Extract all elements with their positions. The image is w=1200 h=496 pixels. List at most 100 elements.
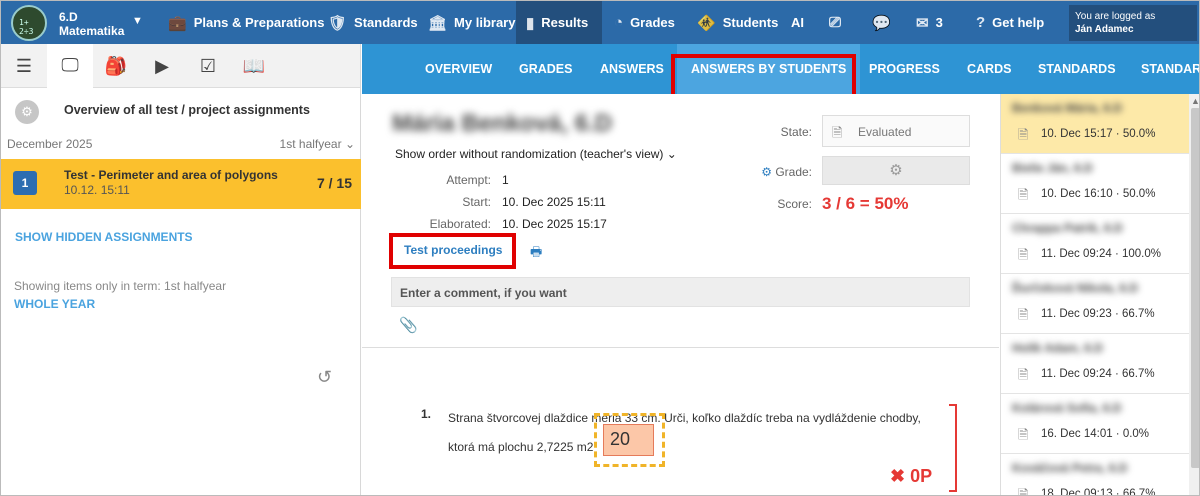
student-item-name: Benková Mária, 6.D — [1012, 101, 1123, 115]
document-icon: 🗎 — [1018, 427, 1029, 442]
document-check-icon: 🗎 — [832, 125, 843, 140]
points-value: 0P — [910, 466, 933, 486]
answer-field[interactable]: 20 — [603, 424, 654, 456]
student-item[interactable]: Kováčová Petra, 6.D 🗎 18. Dec 09:13 · 66… — [1001, 454, 1189, 496]
state-field[interactable]: 🗎 Evaluated — [822, 115, 970, 147]
month-label: December 2025 — [7, 137, 93, 151]
student-item[interactable]: Chrappa Patrik, 6.D 🗎 11. Dec 09:24 · 10… — [1001, 214, 1189, 274]
nav-standards[interactable]: 🛡 Standards — [328, 1, 418, 44]
document-icon: 🗎 — [1018, 127, 1029, 142]
nav-grades[interactable]: ◔ Grades — [614, 1, 675, 44]
library-icon: 🏛 — [428, 14, 448, 32]
tab-progress[interactable]: PROGRESS — [869, 44, 940, 94]
student-item-info: 16. Dec 14:01 · 0.0% — [1041, 428, 1150, 440]
nav-messages[interactable]: ✉ 3 — [916, 1, 943, 44]
nav-students[interactable]: 🚸 Students — [697, 1, 778, 44]
nav-chat[interactable]: 💬 — [872, 1, 898, 44]
help-icon: ? — [976, 14, 986, 31]
user-menu[interactable]: You are logged as Ján Adamec — [1069, 5, 1197, 41]
student-name: Mária Benková, 6.D — [392, 110, 613, 137]
gear-icon: ⚙ — [761, 165, 772, 179]
student-item[interactable]: Ďurčeková Nikola, 6.D 🗎 11. Dec 09:23 · … — [1001, 274, 1189, 334]
chevron-down-icon: ⌄ — [666, 147, 677, 161]
term-select[interactable]: 1st halfyear ⌄ — [280, 137, 355, 151]
score-value: 3 / 6 = 50% — [822, 194, 909, 213]
nav-results[interactable]: ▮ Results — [516, 1, 602, 44]
student-item[interactable]: Bieliк Jān, 6.D 🗎 10. Dec 16:10 · 50.0% — [1001, 154, 1189, 214]
nav-ai[interactable]: AI — [791, 1, 804, 44]
document-icon: 🗎 — [1018, 247, 1029, 262]
question-item: 1. Strana štvorcovej dlaždice meria 33 c… — [362, 348, 999, 495]
book-icon[interactable]: 📖 — [231, 44, 277, 88]
class-name: 6.D — [59, 10, 78, 24]
nav-cast[interactable]: ⎚ — [829, 1, 848, 44]
nav-label: AI — [791, 15, 804, 30]
assignment-item[interactable]: 1 Test - Perimeter and area of polygons … — [1, 159, 361, 209]
gear-icon: ⚙ — [15, 100, 39, 124]
question-number: 1. — [421, 407, 432, 421]
state-value: Evaluated — [858, 125, 912, 139]
gear-icon: ⚙ — [889, 162, 903, 179]
grade-field[interactable]: ⚙ — [822, 156, 970, 185]
tab-answers[interactable]: ANSWERS — [600, 44, 664, 94]
subject-name: Matematika — [59, 24, 125, 38]
term-note: Showing items only in term: 1st halfyear — [14, 279, 227, 293]
app-window: 1+ 2÷3 6.D Matematika ▼ 💼 Plans & Prepara… — [0, 0, 1200, 496]
question-text: Strana štvorcovej dlaždice meria 33 cm. … — [448, 411, 921, 454]
hamburger-menu-icon[interactable]: ☰ — [1, 44, 47, 88]
student-item-info: 10. Dec 15:17 · 50.0% — [1041, 128, 1156, 140]
grade-label: Grade: — [775, 165, 812, 179]
student-item[interactable]: Benková Mária, 6.D 🗎 10. Dec 15:17 · 50.… — [1001, 94, 1189, 154]
history-icon[interactable]: ↺ — [317, 367, 332, 388]
class-avatar[interactable]: 1+ 2÷3 — [11, 5, 47, 41]
document-icon: 🗎 — [1018, 307, 1029, 322]
tab-cards[interactable]: CARDS — [967, 44, 1011, 94]
nav-label: Results — [541, 15, 589, 30]
tab-standards-truncated[interactable]: STANDAR — [1141, 44, 1199, 94]
state-label: State: — [780, 125, 812, 139]
checklist-icon[interactable]: ☑ — [185, 44, 231, 88]
student-item-info: 10. Dec 16:10 · 50.0% — [1041, 188, 1156, 200]
show-hidden-assignments-link[interactable]: SHOW HIDDEN ASSIGNMENTS — [15, 230, 193, 244]
grades-icon: ◔ — [614, 14, 624, 31]
scroll-up-icon[interactable]: ▲ — [1191, 96, 1199, 106]
cast-icon: ⎚ — [829, 14, 842, 31]
caret-down-icon[interactable]: ▼ — [132, 15, 143, 27]
print-icon[interactable]: 🖶 — [530, 243, 542, 265]
attachment-icon[interactable]: 📎 — [399, 316, 418, 334]
student-list-scrollbar[interactable]: ▲ — [1189, 94, 1199, 495]
comment-field[interactable]: Enter a comment, if you want — [391, 277, 970, 307]
order-select-value: Show order without randomization (teache… — [395, 147, 664, 161]
student-result-panel: Mária Benková, 6.D Show order without ra… — [362, 94, 999, 347]
attempt-label: Attempt: — [446, 173, 491, 187]
tab-standards[interactable]: STANDARDS — [1038, 44, 1116, 94]
student-item-info: 11. Dec 09:24 · 66.7% — [1041, 368, 1155, 380]
attempt-value: 1 — [502, 173, 509, 187]
order-select[interactable]: Show order without randomization (teache… — [395, 147, 677, 161]
term-select-value: 1st halfyear — [279, 137, 342, 151]
top-navigation: 1+ 2÷3 6.D Matematika ▼ 💼 Plans & Prepara… — [1, 1, 1199, 44]
student-item-name: Kolárová Sofia, 6.D — [1012, 401, 1122, 415]
student-item[interactable]: Kolárová Sofia, 6.D 🗎 16. Dec 14:01 · 0.… — [1001, 394, 1189, 454]
student-item[interactable]: Holík Adam, 6.D 🗎 11. Dec 09:24 · 66.7% — [1001, 334, 1189, 394]
logged-label: You are logged as — [1075, 11, 1156, 22]
class-selector[interactable]: 6.D Matematika — [59, 10, 124, 38]
student-item-name: Holík Adam, 6.D — [1012, 341, 1103, 355]
nav-plans-preparations[interactable]: 💼 Plans & Preparations — [168, 1, 324, 44]
backpack-icon[interactable]: 🎒 — [93, 44, 139, 88]
nav-my-library[interactable]: 🏛 My library — [428, 1, 515, 44]
tab-overview[interactable]: OVERVIEW — [425, 44, 492, 94]
nav-get-help[interactable]: ? Get help — [976, 1, 1044, 44]
test-icon[interactable]: 🖵 — [47, 44, 93, 88]
document-icon: 🗎 — [1018, 487, 1029, 496]
students-icon: 🚸 — [697, 14, 716, 32]
video-icon[interactable]: ▶ — [139, 44, 185, 88]
student-item-info: 11. Dec 09:23 · 66.7% — [1041, 308, 1155, 320]
bar-chart-icon: ▮ — [526, 14, 535, 32]
sidebar-toolbar: ☰ 🖵 🎒 ▶ ☑ 📖 — [1, 44, 360, 88]
tab-grades[interactable]: GRADES — [519, 44, 572, 94]
nav-label: Get help — [992, 15, 1045, 30]
start-value: 10. Dec 2025 15:11 — [502, 195, 606, 209]
whole-year-link[interactable]: WHOLE YEAR — [14, 297, 95, 311]
scroll-thumb[interactable] — [1191, 108, 1199, 468]
